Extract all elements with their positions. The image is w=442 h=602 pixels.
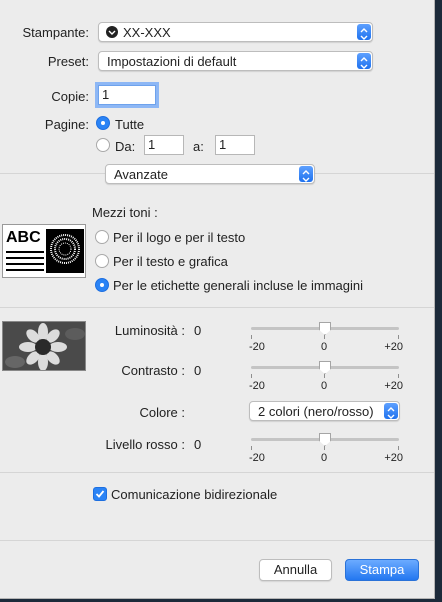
cancel-button[interactable]: Annulla: [259, 559, 332, 581]
red-level-slider[interactable]: -20 0 +20: [249, 433, 403, 473]
preview-line: [6, 251, 44, 253]
red-level-value: 0: [194, 437, 202, 452]
halftone-option-radio[interactable]: [95, 230, 109, 244]
separator: [0, 540, 434, 541]
pages-from-field[interactable]: 1: [144, 135, 184, 155]
brightness-value: 0: [194, 323, 202, 338]
slider-tick: [398, 335, 399, 339]
print-button[interactable]: Stampa: [345, 559, 419, 581]
pages-label: Pagine:: [44, 117, 89, 132]
preview-line: [6, 263, 44, 265]
slider-tick: [251, 335, 252, 339]
slider-tick: [251, 374, 252, 378]
preset-label: Preset:: [47, 54, 89, 69]
slider-tick: [251, 446, 252, 450]
slider-min-label: -20: [249, 380, 265, 392]
copies-field[interactable]: 1: [98, 85, 156, 105]
slider-tick: [324, 374, 325, 378]
pages-from-label: Da:: [115, 139, 136, 154]
halftone-option-label: Per il testo e grafica: [113, 254, 228, 269]
halftone-preview-image: ABC: [2, 224, 86, 278]
section-popup-value: Avanzate: [114, 167, 168, 182]
slider-knob[interactable]: [319, 433, 331, 446]
section-stepper-icon: [299, 166, 313, 182]
contrast-label: Contrasto :: [121, 363, 185, 378]
pages-all-radio[interactable]: [96, 116, 110, 130]
brightness-preview-image: [2, 321, 86, 371]
halftone-option-radio[interactable]: [95, 278, 109, 292]
slider-mid-label: 0: [321, 380, 328, 392]
slider-min-label: -20: [249, 452, 265, 464]
red-level-label: Livello rosso :: [105, 437, 185, 452]
slider-knob[interactable]: [319, 361, 331, 374]
preset-value: Impostazioni di default: [107, 54, 237, 69]
color-popup[interactable]: 2 colori (nero/rosso): [249, 401, 400, 421]
contrast-value: 0: [194, 363, 202, 378]
slider-tick: [398, 446, 399, 450]
color-label: Colore :: [139, 405, 185, 420]
preview-line: [6, 269, 44, 271]
slider-max-label: +20: [384, 380, 403, 392]
section-popup[interactable]: Avanzate: [105, 164, 315, 184]
sunflower-icon: [3, 322, 85, 370]
printer-icon: [106, 26, 118, 38]
preview-abc-text: ABC: [6, 229, 41, 246]
slider-mid-label: 0: [321, 341, 328, 353]
color-value: 2 colori (nero/rosso): [258, 404, 374, 419]
slider-max-label: +20: [384, 341, 403, 353]
halftone-flower-icon: [46, 229, 84, 273]
preview-line: [6, 257, 44, 259]
slider-max-label: +20: [384, 452, 403, 464]
slider-tick: [324, 335, 325, 339]
slider-mid-label: 0: [321, 452, 328, 464]
checkmark-icon: [95, 490, 105, 498]
preset-popup[interactable]: Impostazioni di default: [98, 51, 373, 71]
slider-min-label: -20: [249, 341, 265, 353]
bidirectional-label: Comunicazione bidirezionale: [111, 487, 278, 502]
contrast-slider[interactable]: -20 0 +20: [249, 361, 403, 401]
slider-tick: [398, 374, 399, 378]
brightness-slider[interactable]: -20 0 +20: [249, 322, 403, 362]
halftone-option-label: Per il logo e per il testo: [113, 230, 246, 245]
printer-stepper-icon: [357, 24, 371, 40]
halftone-option-label: Per le etichette generali incluse le imm…: [113, 278, 364, 293]
separator: [0, 307, 434, 308]
pages-to-label: a:: [193, 139, 204, 154]
pages-to-field[interactable]: 1: [215, 135, 255, 155]
slider-tick: [324, 446, 325, 450]
color-stepper-icon: [384, 403, 398, 419]
separator: [0, 472, 434, 473]
brightness-label: Luminosità :: [114, 323, 185, 338]
halftone-option-radio[interactable]: [95, 254, 109, 268]
slider-knob[interactable]: [319, 322, 331, 335]
printer-label: Stampante:: [22, 25, 90, 40]
pages-range-radio[interactable]: [96, 138, 110, 152]
preset-stepper-icon: [357, 53, 371, 69]
halftone-title: Mezzi toni :: [92, 205, 158, 220]
printer-value: XX-XXX: [123, 25, 171, 40]
print-dialog: Stampante: XX-XXX Preset: Impostazioni d…: [0, 0, 435, 599]
printer-popup[interactable]: XX-XXX: [98, 22, 373, 42]
bidirectional-checkbox[interactable]: [93, 487, 107, 501]
pages-all-label: Tutte: [115, 117, 145, 132]
copies-label: Copie:: [51, 89, 89, 104]
